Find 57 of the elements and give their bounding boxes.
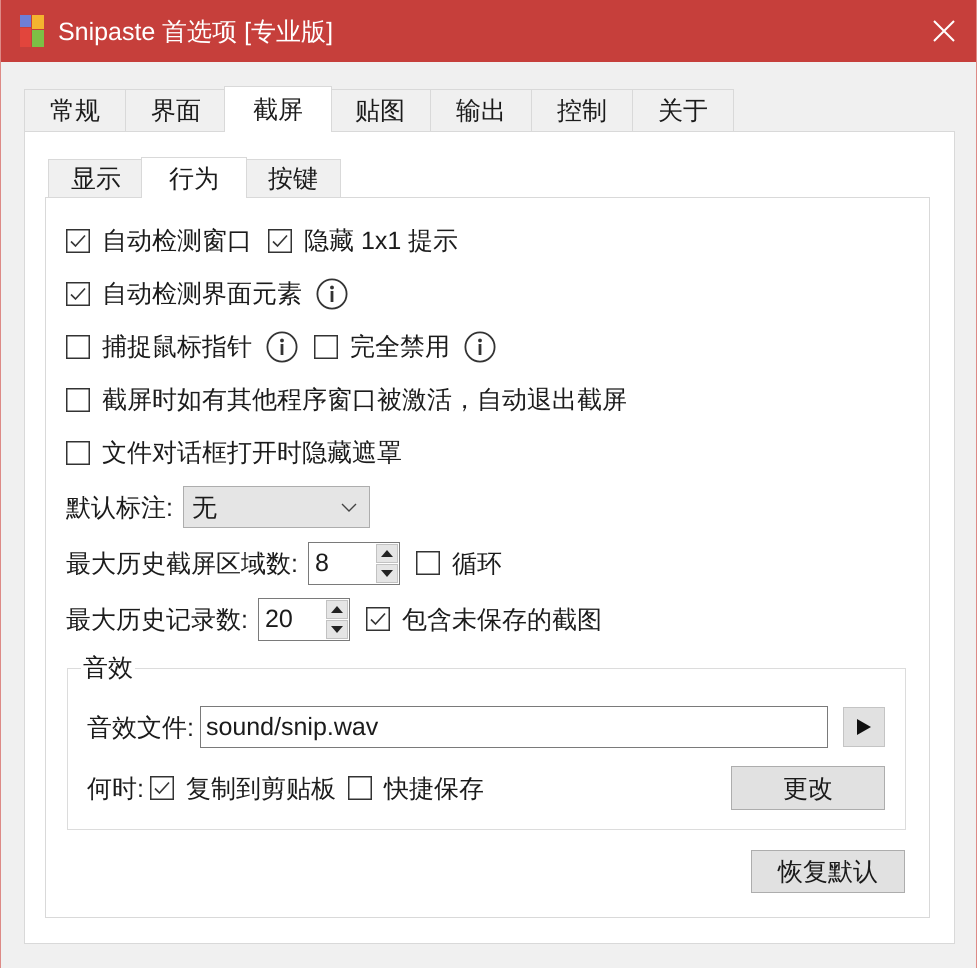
field-label: 音效文件: <box>87 712 194 744</box>
down-triangle-icon <box>330 626 343 632</box>
chevron-icon <box>340 502 357 512</box>
checkbox-label: 复制到剪贴板 <box>186 774 336 804</box>
checkbox[interactable] <box>366 607 390 631</box>
checkbox[interactable] <box>150 776 174 800</box>
field-label: 最大历史截屏区域数: <box>66 548 298 580</box>
down-triangle-icon <box>380 570 393 576</box>
up-triangle-icon <box>330 606 343 612</box>
checkbox-label: 截屏时如有其他程序窗口被激活，自动退出截屏 <box>102 385 627 416</box>
checkbox[interactable] <box>66 440 90 464</box>
checkbox-label: 自动检测窗口 <box>102 226 252 257</box>
info-icon <box>316 278 348 310</box>
checkbox[interactable] <box>348 776 372 800</box>
close-icon[interactable] <box>933 20 955 42</box>
field-label: 何时: <box>87 774 144 804</box>
spin-up-button[interactable] <box>326 600 348 618</box>
checkbox-label: 完全禁用 <box>350 332 450 363</box>
group-title: 音效 <box>82 654 134 682</box>
checkbox[interactable] <box>268 228 292 252</box>
tab[interactable]: 按键 <box>245 159 341 197</box>
field-label: 默认标注: <box>66 492 173 524</box>
dropdown[interactable]: 无 <box>182 486 370 528</box>
spin-box[interactable]: 8 <box>308 542 400 584</box>
tab[interactable]: 常规 <box>24 89 126 131</box>
checkbox[interactable] <box>66 388 90 412</box>
checkbox[interactable] <box>314 334 338 358</box>
checkbox-label: 快捷保存 <box>384 774 484 804</box>
checkbox[interactable] <box>66 228 90 252</box>
tab[interactable]: 截屏 <box>224 86 332 132</box>
logo-icon <box>20 15 44 47</box>
spin-up-button[interactable] <box>376 544 398 562</box>
checkbox-label: 隐藏 1x1 提示 <box>304 226 458 257</box>
window-title: Snipaste 首选项 [专业版] <box>58 16 334 48</box>
play-icon <box>857 719 871 735</box>
restore-defaults-button[interactable]: 恢复默认 <box>751 850 905 893</box>
info-icon <box>266 330 298 362</box>
checkbox[interactable] <box>66 282 90 306</box>
checkbox-label: 文件对话框打开时隐藏遮罩 <box>102 438 402 469</box>
checkbox[interactable] <box>66 334 90 358</box>
info-icon <box>464 330 496 362</box>
file-path-field[interactable]: sound/snip.wav <box>200 706 828 748</box>
field-label: 最大历史记录数: <box>66 604 248 636</box>
tab[interactable]: 关于 <box>632 89 734 131</box>
change-button[interactable]: 更改 <box>731 766 885 810</box>
checkbox-label: 包含未保存的截图 <box>402 604 602 636</box>
up-triangle-icon <box>380 550 393 556</box>
spin-down-button[interactable] <box>376 564 398 582</box>
checkbox[interactable] <box>416 551 440 575</box>
checkbox-label: 自动检测界面元素 <box>102 279 302 310</box>
checkbox-label: 循环 <box>452 548 502 580</box>
tab[interactable]: 行为 <box>141 157 247 198</box>
checkbox-label: 捕捉鼠标指针 <box>102 332 252 363</box>
spin-box[interactable]: 20 <box>258 598 350 640</box>
tab[interactable]: 显示 <box>48 159 144 197</box>
spin-down-button[interactable] <box>326 620 348 638</box>
play-button[interactable] <box>843 707 885 747</box>
